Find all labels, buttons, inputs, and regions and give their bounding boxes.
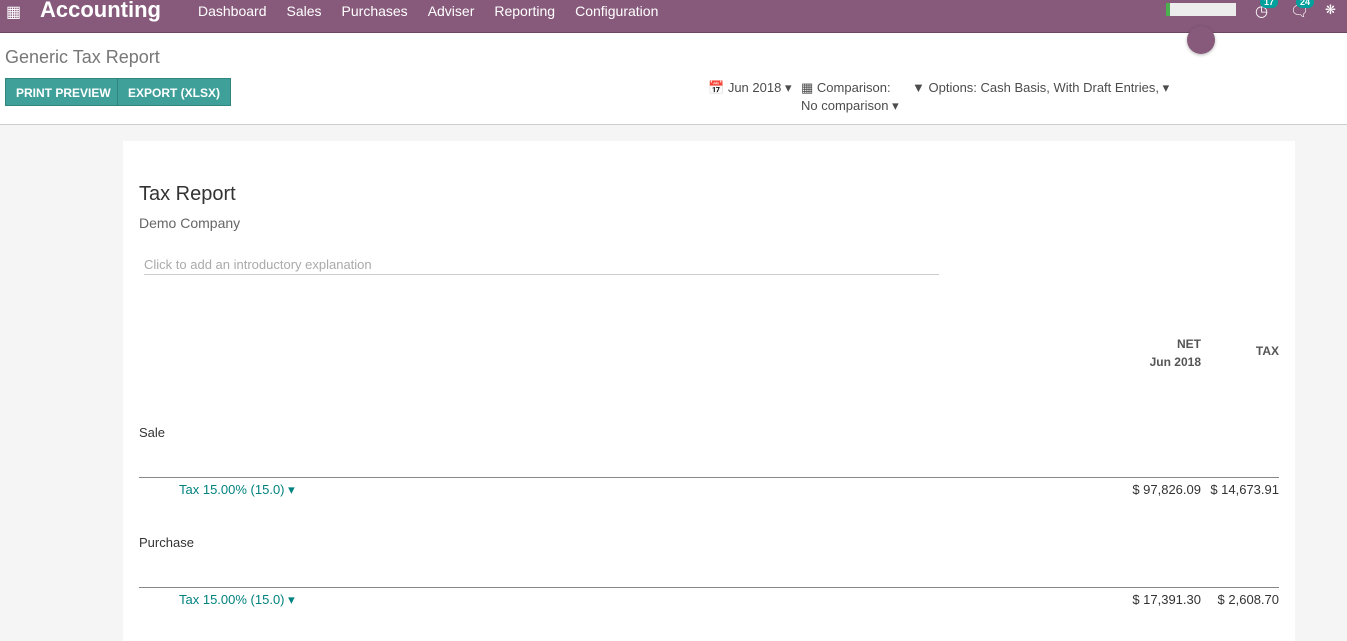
main-menu: Dashboard Sales Purchases Adviser Report… <box>198 3 678 19</box>
caret-down-icon: ▾ <box>288 592 295 607</box>
section-sale: Sale <box>139 425 166 440</box>
net-period: Jun 2018 <box>1149 355 1201 369</box>
top-navbar: ▦ Accounting Dashboard Sales Purchases A… <box>0 0 1347 33</box>
activity-badge: 17 <box>1260 0 1279 8</box>
divider <box>139 477 1279 478</box>
intro-explanation-input[interactable]: Click to add an introductory explanation <box>144 257 939 275</box>
date-filter-label: Jun 2018 <box>727 80 782 95</box>
menu-purchases[interactable]: Purchases <box>342 3 408 19</box>
tax-line-dropdown[interactable]: Tax 15.00% (15.0) ▾ <box>179 482 295 498</box>
report-title: Tax Report <box>139 183 236 205</box>
print-preview-button[interactable]: PRINT PREVIEW <box>5 78 122 106</box>
menu-dashboard[interactable]: Dashboard <box>198 3 267 19</box>
comparison-value: No comparison <box>801 98 889 113</box>
tax-line-dropdown[interactable]: Tax 15.00% (15.0) ▾ <box>179 592 295 608</box>
caret-down-icon: ▾ <box>892 98 899 113</box>
app-name: Accounting <box>40 0 161 22</box>
calendar-icon: 📅 <box>708 80 725 95</box>
net-label: NET <box>1177 337 1201 351</box>
apps-menu-icon[interactable]: ▦ <box>6 2 21 22</box>
date-filter-dropdown[interactable]: 📅 Jun 2018 ▾ <box>708 80 791 96</box>
messages-badge: 24 <box>1296 0 1315 8</box>
column-header-net: NET Jun 2018 <box>1123 335 1201 371</box>
menu-reporting[interactable]: Reporting <box>494 3 555 19</box>
export-xlsx-button[interactable]: EXPORT (XLSX) <box>117 78 232 106</box>
control-panel: Generic Tax Report PRINT PREVIEW EXPORT … <box>0 33 1347 125</box>
caret-down-icon: ▾ <box>288 482 295 497</box>
net-amount[interactable]: $ 17,391.30 <box>1103 592 1201 607</box>
debug-bug-icon[interactable]: ❋ <box>1325 2 1336 18</box>
tax-amount[interactable]: $ 2,608.70 <box>1203 592 1279 607</box>
options-label: Options: Cash Basis, With Draft Entries, <box>928 80 1159 95</box>
page-title: Generic Tax Report <box>5 47 160 67</box>
comparison-value-dropdown[interactable]: No comparison ▾ <box>801 98 899 114</box>
bar-chart-icon: ▦ <box>801 80 814 95</box>
filter-icon: ▼ <box>912 80 925 95</box>
comparison-label: Comparison: <box>816 80 891 95</box>
comparison-dropdown[interactable]: ▦ Comparison: <box>801 80 891 96</box>
options-dropdown[interactable]: ▼ Options: Cash Basis, With Draft Entrie… <box>912 80 1169 96</box>
menu-adviser[interactable]: Adviser <box>428 3 475 19</box>
tax-line-label: Tax 15.00% (15.0) <box>179 592 285 607</box>
caret-down-icon: ▾ <box>1162 80 1170 95</box>
progress-bar <box>1166 3 1236 16</box>
floating-action-button[interactable] <box>1187 26 1215 54</box>
menu-sales[interactable]: Sales <box>287 3 322 19</box>
tax-amount[interactable]: $ 14,673.91 <box>1203 482 1279 497</box>
report-sheet: Tax Report Demo Company Click to add an … <box>123 141 1295 641</box>
company-name: Demo Company <box>139 215 241 231</box>
column-header-tax: TAX <box>1255 344 1279 358</box>
menu-configuration[interactable]: Configuration <box>575 3 658 19</box>
section-purchase: Purchase <box>139 535 194 550</box>
net-amount[interactable]: $ 97,826.09 <box>1103 482 1201 497</box>
divider <box>139 587 1279 588</box>
tax-line-label: Tax 15.00% (15.0) <box>179 482 285 497</box>
caret-down-icon: ▾ <box>784 80 792 95</box>
